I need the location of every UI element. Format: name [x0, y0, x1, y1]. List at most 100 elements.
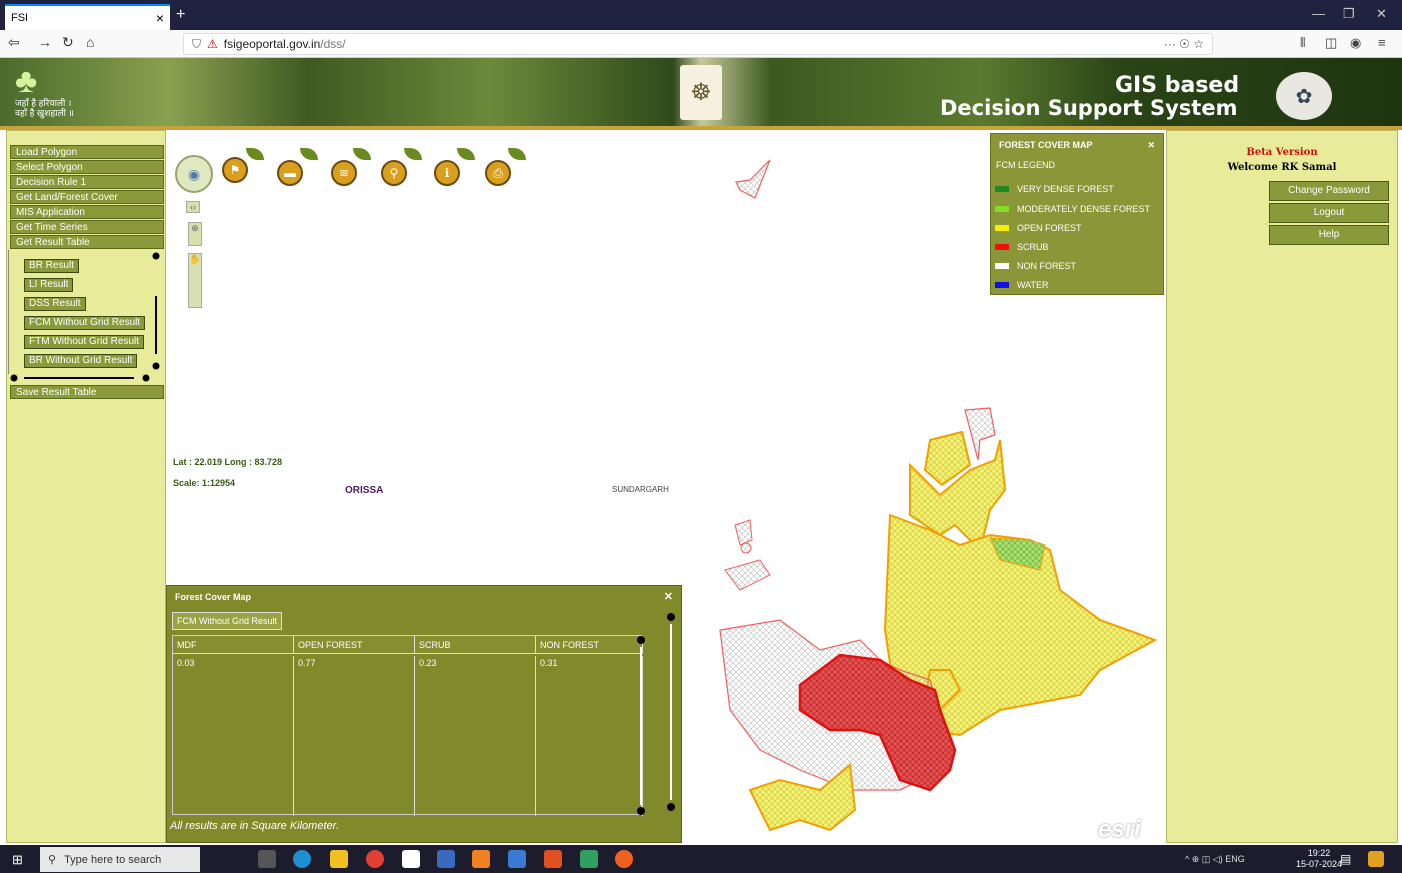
layers-tool-icon[interactable]: ≋ [331, 160, 357, 186]
taskbar-clock[interactable]: 19:22 15-07-2024 [1296, 848, 1342, 870]
menu-get-result-table[interactable]: Get Result Table [10, 235, 164, 249]
notification-icon[interactable]: ▤ [1340, 852, 1351, 866]
search-placeholder: Type here to search [64, 853, 162, 866]
col-header: MDF [173, 636, 294, 654]
windows-start-icon[interactable]: ⊞ [12, 852, 23, 868]
library-icon[interactable]: ⫴ [1300, 35, 1305, 51]
table-scrollbar[interactable] [635, 635, 647, 817]
browser-tab[interactable]: FSI × [5, 4, 170, 30]
map-scale: Scale: 1:12954 [173, 478, 236, 488]
new-tab-button[interactable]: + [176, 6, 185, 24]
prev-extent-icon[interactable]: ‹› [186, 201, 200, 213]
forward-icon[interactable]: → [38, 34, 52, 50]
zoom-slider-icon[interactable]: ⊕ [188, 222, 202, 246]
menu-load-polygon[interactable]: Load Polygon [10, 145, 164, 159]
menu-mis-application[interactable]: MIS Application [10, 205, 164, 219]
result-panel: Forest Cover Map ✕ FCM Without Grid Resu… [166, 585, 682, 843]
app-tray-icon[interactable] [1368, 851, 1384, 867]
fcm-without-grid-button[interactable]: FCM Without Grid Result [24, 316, 146, 330]
tab-title: FSI [11, 12, 29, 24]
page-actions[interactable]: ··· ☉ ☆ [1164, 37, 1204, 51]
fsi-seal-icon: ✿ [1276, 72, 1332, 120]
result-table: MDF OPEN FOREST SCRUB NON FOREST 0.03 0.… [172, 635, 643, 816]
submenu-hscrollbar[interactable] [10, 374, 160, 382]
br-without-grid-button[interactable]: BR Without Grid Result [24, 354, 138, 368]
legend-item: OPEN FOREST [995, 223, 1082, 233]
app-icon[interactable] [437, 850, 455, 868]
li-result-button[interactable]: LI Result [24, 278, 74, 292]
br-result-button[interactable]: BR Result [24, 259, 80, 273]
notepad-icon[interactable] [402, 850, 420, 868]
menu-select-polygon[interactable]: Select Polygon [10, 160, 164, 174]
legend-swatch [995, 244, 1009, 250]
search-tool-icon[interactable]: ⚲ [381, 160, 407, 186]
menu-decision-rule[interactable]: Decision Rule 1 [10, 175, 164, 189]
result-close-icon[interactable]: ✕ [664, 590, 673, 603]
change-password-button[interactable]: Change Password [1269, 181, 1389, 201]
app-icon[interactable] [580, 850, 598, 868]
beta-label: Beta Version [1246, 147, 1318, 158]
app-icon[interactable] [544, 850, 562, 868]
back-icon[interactable]: ⇦ [8, 34, 20, 51]
submenu-vscrollbar[interactable] [152, 252, 160, 370]
result-submenu: BR Result LI Result DSS Result FCM Witho… [8, 250, 163, 374]
info-tool-icon[interactable]: ℹ [434, 160, 460, 186]
tab-close-icon[interactable]: × [156, 10, 164, 26]
insecure-lock-icon: ⚠ [207, 37, 218, 51]
restore-icon[interactable]: ❐ [1343, 6, 1355, 22]
legend-swatch [995, 225, 1009, 231]
dss-result-button[interactable]: DSS Result [24, 297, 86, 311]
taskbar-search[interactable]: ⚲ Type here to search [40, 847, 200, 872]
legend-swatch [995, 206, 1009, 212]
help-button[interactable]: Help [1269, 225, 1389, 245]
sidebar-icon[interactable]: ◫ [1325, 35, 1337, 51]
overview-tool-icon[interactable]: ▬ [277, 160, 303, 186]
esri-logo: esri [1098, 816, 1141, 843]
clock-date: 15-07-2024 [1296, 859, 1343, 869]
system-tray[interactable]: ^ ⊕ ◫ ◁) ENG [1185, 854, 1245, 865]
table-cell: 0.31 [536, 656, 643, 816]
print-tool-icon[interactable]: ⎙ [485, 160, 511, 186]
menu-get-land-forest-cover[interactable]: Get Land/Forest Cover [10, 190, 164, 204]
tab-fcm-without-grid[interactable]: FCM Without Grid Result [172, 612, 282, 630]
minimize-icon[interactable]: — [1312, 6, 1325, 21]
app-icon[interactable] [472, 850, 490, 868]
home-icon[interactable]: ⌂ [86, 34, 94, 50]
table-cell: 0.03 [173, 656, 294, 816]
pan-control-icon[interactable]: ◉ [175, 155, 213, 193]
app-icon[interactable] [508, 850, 526, 868]
account-icon[interactable]: ◉ [1350, 35, 1361, 51]
reload-icon[interactable]: ↻ [62, 34, 74, 51]
edge-icon[interactable] [293, 850, 311, 868]
chrome-icon[interactable] [366, 850, 384, 868]
banner-title-1: GIS based [1115, 73, 1240, 98]
panel-scrollbar[interactable] [665, 612, 677, 812]
logout-button[interactable]: Logout [1269, 203, 1389, 223]
file-explorer-icon[interactable] [330, 850, 348, 868]
logo-text-1: जहाँ है हरियाली । [15, 98, 72, 108]
result-footnote: All results are in Square Kilometer. [170, 820, 339, 832]
ftm-without-grid-button[interactable]: FTM Without Grid Result [24, 335, 145, 349]
legend-item: MODERATELY DENSE FOREST [995, 204, 1150, 214]
banner-title-2: Decision Support System [940, 96, 1238, 120]
menu-icon[interactable]: ≡ [1378, 35, 1386, 50]
legend-label: OPEN FOREST [1017, 223, 1082, 233]
search-icon: ⚲ [48, 854, 57, 866]
legend-close-icon[interactable]: ✕ [1147, 140, 1155, 154]
national-emblem-icon: ☸ [680, 65, 722, 120]
welcome-label: Welcome RK Samal [1227, 162, 1337, 173]
zoom-tools-icon[interactable]: ✋ [188, 253, 202, 308]
menu-save-result-table[interactable]: Save Result Table [10, 385, 164, 399]
legend-item: VERY DENSE FOREST [995, 184, 1114, 194]
legend-label: WATER [1017, 280, 1049, 290]
table-cell: 0.23 [415, 656, 536, 816]
firefox-icon[interactable] [615, 850, 633, 868]
url-bar[interactable]: ⛉ ⚠ fsigeoportal.gov.in /dss/ ··· ☉ ☆ [183, 33, 1213, 55]
identify-tool-icon[interactable]: ⚑ [222, 157, 248, 183]
state-label: ORISSA [345, 485, 384, 496]
task-view-icon[interactable] [258, 850, 276, 868]
menu-get-time-series[interactable]: Get Time Series [10, 220, 164, 234]
col-header: NON FOREST [536, 636, 643, 654]
close-window-icon[interactable]: ✕ [1376, 6, 1387, 22]
col-header: SCRUB [415, 636, 536, 654]
